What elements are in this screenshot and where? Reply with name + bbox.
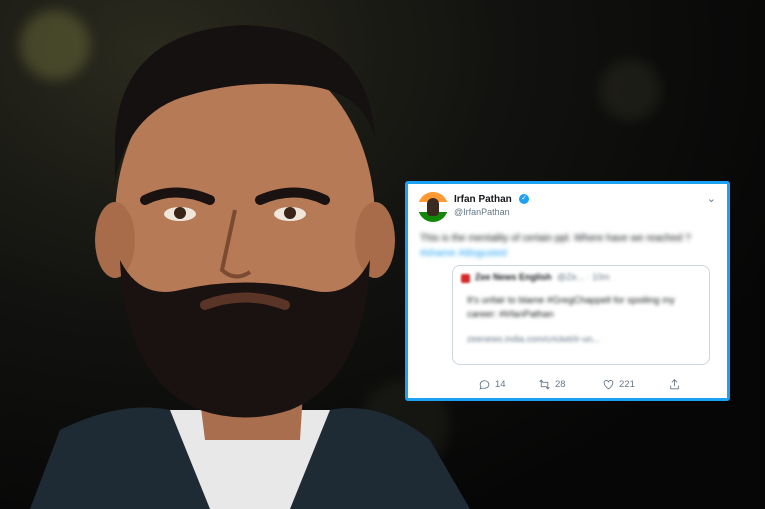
quoted-meta: @Ze... · 10m [557,272,610,282]
quoted-link[interactable]: zeenews.india.com/cricket/ir-un... [467,334,600,344]
avatar[interactable] [418,192,448,222]
reply-icon [479,380,490,390]
tweet-actions: 14 28 221 [478,378,688,394]
verified-badge-icon: ✓ [519,194,529,204]
like-button[interactable]: 221 [602,378,635,391]
retweet-button[interactable]: 28 [538,378,566,391]
tweet-body: This is the mentality of certain ppl. Wh… [420,233,691,244]
retweet-icon [539,379,550,390]
quoted-tweet[interactable]: Zee News English @Ze... · 10m It's unfai… [452,265,710,365]
person-portrait [30,25,470,509]
tweet-header: Irfan Pathan ✓ @IrfanPathan ⌄ [418,192,717,222]
tweet-hashtags[interactable]: #shame #disgusted [420,248,507,259]
share-icon [670,379,679,390]
bokeh-light [600,60,660,120]
quoted-avatar [461,274,470,283]
reply-count: 14 [495,379,506,390]
quoted-author-name: Zee News English [475,272,552,282]
author-name[interactable]: Irfan Pathan [454,194,512,205]
quoted-text: It's unfair to blame #GregChappell for s… [467,295,675,320]
share-button[interactable] [668,378,681,391]
author-handle[interactable]: @IrfanPathan [454,207,510,217]
background-photo: Irfan Pathan ✓ @IrfanPathan ⌄ This is th… [0,0,765,509]
reply-button[interactable]: 14 [478,378,506,391]
tweet-card[interactable]: Irfan Pathan ✓ @IrfanPathan ⌄ This is th… [405,181,730,401]
like-count: 221 [619,379,635,390]
tweet-text: This is the mentality of certain ppl. Wh… [420,231,720,261]
more-options-icon[interactable]: ⌄ [707,192,717,205]
retweet-count: 28 [555,379,566,390]
like-icon [603,380,614,390]
